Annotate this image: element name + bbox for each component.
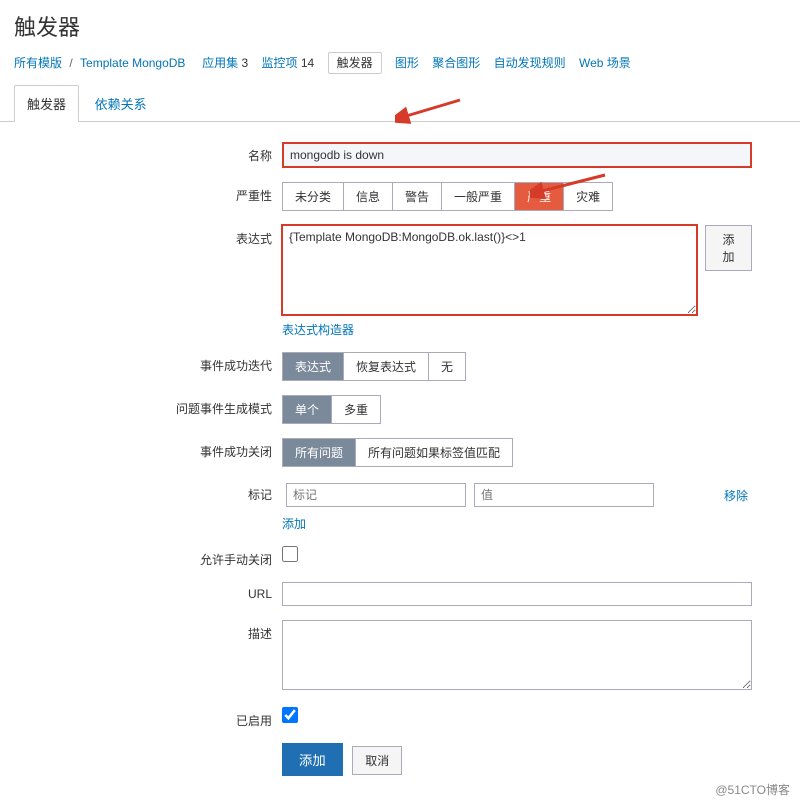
close-label: 事件成功关闭 (14, 438, 282, 460)
nav-items[interactable]: 监控项 14 (262, 56, 315, 70)
manual-close-label: 允许手动关闭 (14, 546, 282, 568)
tab-trigger[interactable]: 触发器 (14, 85, 79, 122)
event-gen-recovery[interactable]: 恢复表达式 (344, 353, 429, 380)
watermark: @51CTO博客 (715, 781, 790, 798)
url-label: URL (14, 582, 282, 601)
nav-graphs[interactable]: 图形 (395, 56, 419, 70)
page-title: 触发器 (0, 0, 800, 50)
breadcrumb: 所有模版 / Template MongoDB 应用集 3 监控项 14 触发器… (0, 50, 800, 81)
severity-average[interactable]: 一般严重 (442, 183, 515, 210)
expression-add-button[interactable]: 添加 (705, 225, 752, 271)
description-input[interactable] (282, 620, 752, 690)
tabs: 触发器 依赖关系 (0, 85, 800, 122)
event-gen-label: 事件成功迭代 (14, 352, 282, 374)
tab-dependencies[interactable]: 依赖关系 (83, 86, 159, 121)
nav-apps[interactable]: 应用集 3 (202, 56, 248, 70)
expression-builder-link[interactable]: 表达式构造器 (282, 323, 354, 337)
cancel-button[interactable]: 取消 (352, 746, 402, 775)
nav-triggers[interactable]: 触发器 (328, 52, 382, 74)
severity-label: 严重性 (14, 182, 282, 204)
expression-input[interactable]: {Template MongoDB:MongoDB.ok.last()}<>1 (282, 225, 697, 315)
url-input[interactable] (282, 582, 752, 606)
name-label: 名称 (14, 142, 282, 164)
close-all[interactable]: 所有问题 (283, 439, 356, 466)
tag-add-link[interactable]: 添加 (282, 517, 306, 531)
event-gen-expression[interactable]: 表达式 (283, 353, 344, 380)
manual-close-checkbox[interactable] (282, 546, 298, 562)
problem-gen-group: 单个 多重 (282, 395, 381, 424)
tag-name-input[interactable] (286, 483, 466, 507)
nav-web[interactable]: Web 场景 (579, 56, 631, 70)
breadcrumb-root[interactable]: 所有模版 (14, 56, 62, 70)
severity-high[interactable]: 严重 (515, 183, 564, 210)
problem-gen-label: 问题事件生成模式 (14, 395, 282, 417)
enabled-label: 已启用 (14, 707, 282, 729)
nav-screens[interactable]: 聚合图形 (432, 56, 480, 70)
breadcrumb-template[interactable]: Template MongoDB (80, 56, 185, 70)
severity-information[interactable]: 信息 (344, 183, 393, 210)
event-gen-none[interactable]: 无 (429, 353, 465, 380)
severity-warning[interactable]: 警告 (393, 183, 442, 210)
description-label: 描述 (14, 620, 282, 642)
close-tag-match[interactable]: 所有问题如果标签值匹配 (356, 439, 512, 466)
tag-value-input[interactable] (474, 483, 654, 507)
problem-gen-multiple[interactable]: 多重 (332, 396, 380, 423)
problem-gen-single[interactable]: 单个 (283, 396, 332, 423)
tags-table: 移除 (282, 481, 752, 509)
event-gen-group: 表达式 恢复表达式 无 (282, 352, 466, 381)
table-row: 移除 (282, 481, 752, 509)
close-group: 所有问题 所有问题如果标签值匹配 (282, 438, 513, 467)
nav-discovery[interactable]: 自动发现规则 (494, 56, 566, 70)
severity-disaster[interactable]: 灾难 (564, 183, 612, 210)
enabled-checkbox[interactable] (282, 707, 298, 723)
tags-label: 标记 (14, 481, 282, 503)
name-input[interactable] (282, 142, 752, 168)
severity-group: 未分类 信息 警告 一般严重 严重 灾难 (282, 182, 613, 211)
submit-button[interactable]: 添加 (282, 743, 343, 776)
severity-not-classified[interactable]: 未分类 (283, 183, 344, 210)
tag-remove-link[interactable]: 移除 (724, 489, 748, 503)
trigger-form: 名称 严重性 未分类 信息 警告 一般严重 严重 灾难 表达式 {Templat… (0, 122, 800, 804)
expression-label: 表达式 (14, 225, 282, 247)
